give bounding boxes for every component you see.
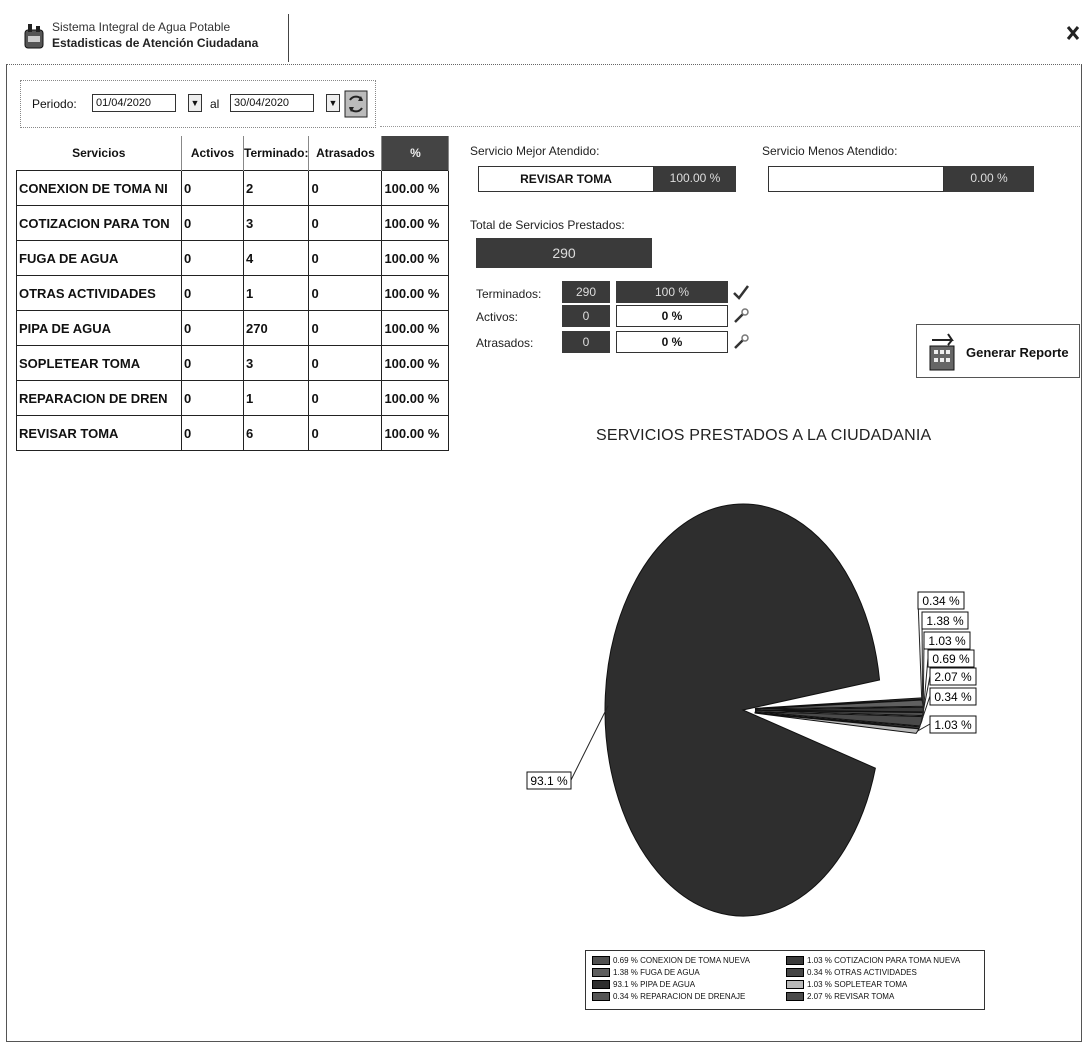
slice-label: 0.34 %: [922, 594, 960, 608]
legend-label: 0.34 % REPARACION DE DRENAJE: [613, 992, 746, 1001]
legend-label: 1.38 % FUGA DE AGUA: [613, 968, 700, 977]
slice-leader-line: [922, 639, 925, 710]
slice-label: 0.69 %: [932, 652, 970, 666]
legend-swatch: [592, 992, 610, 1002]
legend-label: 1.03 % SOPLETEAR TOMA: [807, 980, 908, 989]
legend-label: 0.69 % CONEXION DE TOMA NUEVA: [613, 956, 750, 965]
slice-leader-line: [921, 619, 924, 704]
slice-label: 1.03 %: [934, 718, 972, 732]
slice-label: 2.07 %: [934, 670, 972, 684]
legend-item: 1.03 % COTIZACION PARA TOMA NUEVA: [786, 956, 960, 966]
slice-label: 1.03 %: [928, 634, 966, 648]
legend-swatch: [592, 968, 610, 978]
slice-label: 93.1 %: [530, 774, 568, 788]
legend-swatch: [786, 980, 804, 990]
slice-leader-line: [917, 599, 923, 699]
legend-swatch: [786, 956, 804, 966]
slice-label: 0.34 %: [934, 690, 972, 704]
legend-swatch: [592, 956, 610, 966]
legend-item: 0.34 % REPARACION DE DRENAJE: [592, 992, 745, 1002]
legend-label: 1.03 % COTIZACION PARA TOMA NUEVA: [807, 956, 961, 965]
legend-label: 93.1 % PIPA DE AGUA: [613, 980, 696, 989]
legend-label: 0.34 % OTRAS ACTIVIDADES: [807, 968, 917, 977]
legend-item: 1.03 % SOPLETEAR TOMA: [786, 980, 907, 990]
legend-item: 0.69 % CONEXION DE TOMA NUEVA: [592, 956, 750, 966]
chart-legend: 0.69 % CONEXION DE TOMA NUEVA 1.03 % COTI…: [585, 950, 985, 1010]
legend-item: 0.34 % OTRAS ACTIVIDADES: [786, 968, 917, 978]
legend-swatch: [786, 968, 804, 978]
legend-item: 93.1 % PIPA DE AGUA: [592, 980, 695, 990]
pie-chart: 93.1 % 0.34 % 1.38 % 1.03 % 0.69 % 2.07 % 0.34…: [526, 503, 977, 917]
legend-item: 2.07 % REVISAR TOMA: [786, 992, 894, 1002]
slice-leader-line: [570, 705, 609, 781]
legend-label: 2.07 % REVISAR TOMA: [807, 992, 895, 1001]
legend-item: 1.38 % FUGA DE AGUA: [592, 968, 700, 978]
slice-label: 1.38 %: [926, 614, 964, 628]
legend-swatch: [592, 980, 610, 990]
legend-swatch: [786, 992, 804, 1002]
